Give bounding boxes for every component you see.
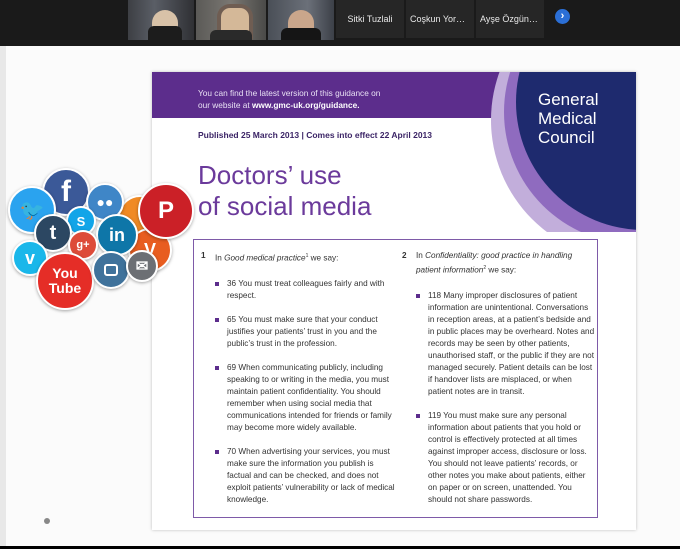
list-item: 70 When advertising your services, you m… bbox=[215, 446, 395, 506]
bullet-icon bbox=[416, 293, 420, 298]
pinterest-icon: P bbox=[138, 183, 194, 239]
column-heading: In Good medical practice1 we say: bbox=[215, 253, 339, 263]
participant-video-2[interactable] bbox=[196, 0, 266, 40]
shared-document-page: You can find the latest version of this … bbox=[152, 72, 636, 530]
chevron-right-icon: › bbox=[560, 10, 565, 22]
list-item: 119 You must make sure any personal info… bbox=[416, 410, 596, 506]
bullet-icon bbox=[416, 413, 420, 418]
participant-tile-sitki[interactable]: Sitki Tuzlali bbox=[336, 0, 404, 38]
guidance-notice: You can find the latest version of this … bbox=[198, 88, 381, 110]
left-column: 1 In Good medical practice1 we say: 36 Y… bbox=[201, 250, 395, 518]
list-item: 118 Many improper disclosures of patient… bbox=[416, 290, 596, 398]
guidance-url: www.gmc-uk.org/guidance. bbox=[251, 100, 360, 110]
instagram-icon bbox=[92, 251, 130, 289]
youtube-icon: You Tube bbox=[36, 252, 94, 310]
screen-edge bbox=[0, 46, 6, 546]
section-number: 1 bbox=[201, 251, 206, 260]
publication-date: Published 25 March 2013 | Comes into eff… bbox=[198, 130, 433, 140]
right-column: 2 In Confidentiality: good practice in h… bbox=[402, 250, 596, 518]
participant-video-3[interactable] bbox=[268, 0, 334, 40]
participant-tile-ayse[interactable]: Ayşe Özgün Ş... bbox=[476, 0, 544, 38]
participant-name: Sitki Tuzlali bbox=[347, 14, 393, 24]
section-number: 2 bbox=[402, 251, 407, 260]
bullet-icon bbox=[215, 281, 219, 286]
participant-strip: Sitki Tuzlali Coşkun Yorul... Ayşe Özgün… bbox=[0, 0, 680, 46]
list-item: 65 You must make sure that your conduct … bbox=[215, 314, 395, 350]
list-item: 69 When communicating publicly, includin… bbox=[215, 362, 395, 434]
bullet-icon bbox=[215, 365, 219, 370]
participant-name: Ayşe Özgün Ş... bbox=[480, 14, 544, 24]
participant-video-1[interactable] bbox=[128, 0, 194, 40]
quotes-box: 1 In Good medical practice1 we say: 36 Y… bbox=[193, 239, 598, 518]
bullet-icon bbox=[215, 317, 219, 322]
bullet-icon bbox=[215, 449, 219, 454]
document-title: Doctors’ use of social media bbox=[198, 160, 372, 221]
mail-icon: ✉ bbox=[126, 250, 158, 282]
list-item: 36 You must treat colleagues fairly and … bbox=[215, 278, 395, 302]
linkedin-icon: in bbox=[96, 214, 138, 256]
column-heading: In Confidentiality: good practice in han… bbox=[416, 251, 573, 275]
slide-indicator-dot bbox=[44, 518, 50, 524]
next-participants-button[interactable]: › bbox=[555, 9, 570, 24]
gmc-logo-text: General Medical Council bbox=[538, 90, 599, 147]
participant-name: Coşkun Yorul... bbox=[410, 14, 471, 24]
participant-tile-coskun[interactable]: Coşkun Yorul... bbox=[406, 0, 474, 38]
